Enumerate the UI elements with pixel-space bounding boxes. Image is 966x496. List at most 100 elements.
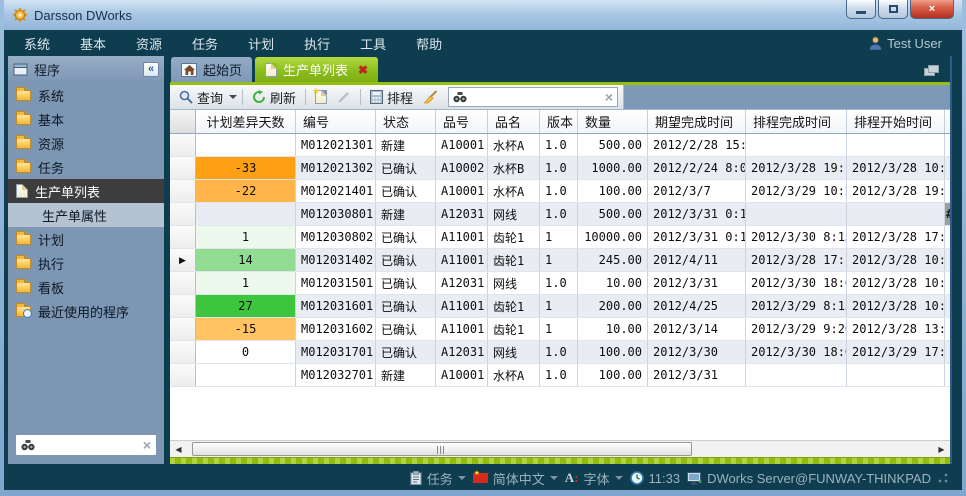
cell-sched_end[interactable]: 2012/3/29 9:20 [746, 318, 847, 340]
cell-item_name[interactable]: 网线 [488, 272, 540, 294]
grid-corner-cell[interactable] [170, 110, 196, 133]
column-header-item_no[interactable]: 品号 [436, 110, 488, 133]
row-header-cell[interactable] [170, 226, 196, 248]
cell-qty[interactable]: 100.00 [578, 180, 648, 202]
cell-sched_start[interactable]: 2012/3/29 17:46 [847, 341, 945, 363]
query-dropdown-icon[interactable] [229, 95, 237, 103]
column-header-qty[interactable]: 数量 [578, 110, 648, 133]
column-header-version[interactable]: 版本 [540, 110, 578, 133]
sidebar-item[interactable]: 最近使用的程序 [8, 299, 164, 323]
cell-item_no[interactable]: A10001 [436, 364, 488, 386]
cell-item_no[interactable]: A11001 [436, 318, 488, 340]
cell-sched_start[interactable] [847, 134, 945, 156]
cell-item_no[interactable]: A12031 [436, 272, 488, 294]
cell-version[interactable]: 1.0 [540, 364, 578, 386]
cell-qty[interactable]: 10000.00 [578, 226, 648, 248]
cell-item_name[interactable]: 齿轮1 [488, 249, 540, 271]
cell-item_no[interactable]: A10001 [436, 180, 488, 202]
cell-item_name[interactable]: 齿轮1 [488, 318, 540, 340]
sidebar-item[interactable]: 计划 [8, 227, 164, 251]
scroll-right-icon[interactable]: ▶ [933, 445, 950, 454]
cell-version[interactable]: 1 [540, 318, 578, 340]
menu-item[interactable]: 系统 [24, 34, 50, 53]
sidebar-item[interactable]: 生产单属性 [8, 203, 164, 227]
query-button[interactable]: 查询 [175, 87, 227, 107]
cell-item_no[interactable]: A10002 [436, 157, 488, 179]
cell-clip[interactable]: # [945, 203, 950, 225]
current-user[interactable]: Test User [869, 36, 942, 51]
row-header-cell[interactable] [170, 295, 196, 317]
cell-code[interactable]: M012021302 [296, 157, 376, 179]
cell-code[interactable]: M012031501 [296, 272, 376, 294]
row-header-cell[interactable] [170, 318, 196, 340]
sidebar-search-clear-icon[interactable]: × [143, 438, 151, 452]
row-marker-cell[interactable]: ▶ [170, 249, 196, 271]
cell-due[interactable]: 2012/3/14 [648, 318, 746, 340]
table-row[interactable]: -33M012021302已确认A10002水杯B1.01000.002012/… [170, 157, 950, 180]
cell-version[interactable]: 1.0 [540, 203, 578, 225]
table-row[interactable]: -15M012031602已确认A11001齿轮1110.002012/3/14… [170, 318, 950, 341]
cell-sched_start[interactable]: 2012/3/28 10:52 [847, 295, 945, 317]
row-header-cell[interactable] [170, 364, 196, 386]
column-header-item_name[interactable]: 品名 [488, 110, 540, 133]
row-header-cell[interactable] [170, 341, 196, 363]
schedule-button[interactable]: 排程 [366, 87, 417, 107]
cell-sched_start[interactable]: 2012/3/28 17:13 [847, 226, 945, 248]
cell-status[interactable]: 已确认 [376, 157, 436, 179]
tab-close-icon[interactable]: ✖ [358, 63, 368, 77]
column-header-due[interactable]: 期望完成时间 [648, 110, 746, 133]
cell-due[interactable]: 2012/4/25 [648, 295, 746, 317]
cell-clip[interactable] [945, 226, 950, 248]
cell-diff[interactable]: 27 [196, 295, 296, 317]
window-list-icon[interactable] [924, 65, 940, 77]
cell-sched_end[interactable]: 2012/3/30 8:15 [746, 226, 847, 248]
maximize-button[interactable] [878, 0, 908, 19]
cell-sched_start[interactable]: 2012/3/28 10:52 [847, 157, 945, 179]
cell-sched_start[interactable]: 2012/3/28 10:52 [847, 272, 945, 294]
menu-item[interactable]: 工具 [360, 34, 386, 53]
cell-sched_start[interactable] [847, 364, 945, 386]
column-header-code[interactable]: 编号 [296, 110, 376, 133]
cell-version[interactable]: 1.0 [540, 157, 578, 179]
cell-status[interactable]: 已确认 [376, 249, 436, 271]
cell-due[interactable]: 2012/3/31 0:10 [648, 203, 746, 225]
row-header-cell[interactable] [170, 272, 196, 294]
table-row[interactable]: 0M012031701已确认A12031网线1.0100.002012/3/30… [170, 341, 950, 364]
sidebar-item[interactable]: 资源 [8, 131, 164, 155]
menu-item[interactable]: 资源 [136, 34, 162, 53]
cell-diff[interactable]: 1 [196, 226, 296, 248]
row-header-cell[interactable] [170, 203, 196, 225]
cell-sched_end[interactable]: 2012/3/28 17:13 [746, 249, 847, 271]
table-row[interactable]: M012021301新建A10001水杯A1.0500.002012/2/28 … [170, 134, 950, 157]
cell-version[interactable]: 1.0 [540, 341, 578, 363]
cell-status[interactable]: 已确认 [376, 341, 436, 363]
sidebar-item[interactable]: 基本 [8, 107, 164, 131]
cell-clip[interactable] [945, 249, 950, 271]
cell-item_name[interactable]: 水杯B [488, 157, 540, 179]
cell-sched_end[interactable]: 2012/3/30 18:00 [746, 341, 847, 363]
cell-clip[interactable] [945, 134, 950, 156]
toolbar-search-clear-icon[interactable]: × [605, 90, 613, 104]
cell-sched_end[interactable] [746, 134, 847, 156]
cell-version[interactable]: 1.0 [540, 272, 578, 294]
cell-due[interactable]: 2012/2/24 8:00 [648, 157, 746, 179]
cell-status[interactable]: 已确认 [376, 272, 436, 294]
cell-item_no[interactable]: A10001 [436, 134, 488, 156]
sidebar-item[interactable]: 任务 [8, 155, 164, 179]
cell-qty[interactable]: 10.00 [578, 318, 648, 340]
table-row[interactable]: 1M012030802已确认A11001齿轮1110000.002012/3/3… [170, 226, 950, 249]
statusbar-language[interactable]: 简体中文 [473, 469, 558, 488]
sidebar-item[interactable]: 系统 [8, 83, 164, 107]
tab-home[interactable]: 起始页 [171, 57, 252, 82]
cell-item_no[interactable]: A11001 [436, 226, 488, 248]
cell-item_name[interactable]: 齿轮1 [488, 295, 540, 317]
cell-sched_end[interactable]: 2012/3/29 8:15 [746, 295, 847, 317]
cell-sched_start[interactable] [847, 203, 945, 225]
sidebar-search-input[interactable] [40, 438, 138, 452]
cell-item_no[interactable]: A12031 [436, 341, 488, 363]
sidebar-collapse-button[interactable]: « [143, 62, 159, 77]
cell-item_name[interactable]: 网线 [488, 203, 540, 225]
cell-status[interactable]: 已确认 [376, 180, 436, 202]
cell-code[interactable]: M012031402 [296, 249, 376, 271]
cell-qty[interactable]: 10.00 [578, 272, 648, 294]
